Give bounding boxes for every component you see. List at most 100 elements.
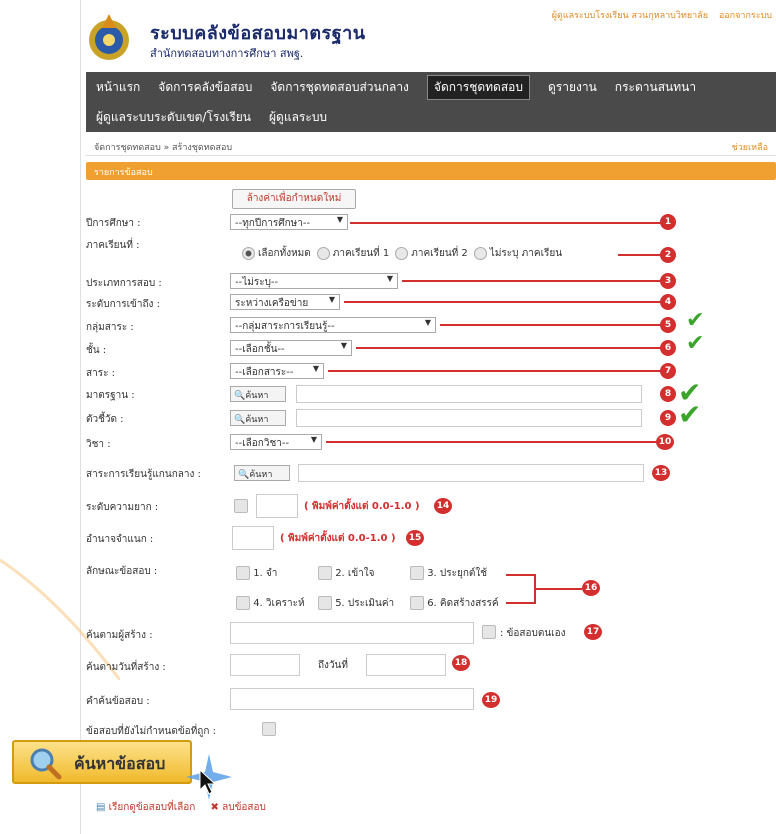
access-value: ระหว่างเครือข่าย [235,298,309,309]
group-select[interactable]: --กลุ่มสาระการเรียนรู้-- ▼ [230,317,436,333]
radio-term-none[interactable] [473,247,487,260]
top-links: ผู้ดูแลระบบโรงเรียน สวนกุหลาบวิทยาลัย ออ… [544,8,772,22]
user-link[interactable]: ผู้ดูแลระบบโรงเรียน สวนกุหลาบวิทยาลัย [552,11,708,21]
core-input[interactable] [298,464,644,482]
difficulty-input[interactable] [256,494,298,518]
help-link[interactable]: ช่วยเหลือ [732,140,768,154]
checkbox[interactable] [410,596,424,610]
checkbox[interactable] [236,566,250,580]
indicator-input[interactable] [296,409,642,427]
course-select[interactable]: --เลือกวิชา-- ▼ [230,434,322,450]
nature-option-6[interactable]: 6. คิดสร้างสรรค์ [410,596,499,611]
nature-option-1[interactable]: 1. จำ [236,566,277,581]
year-value: --ทุกปีการศึกษา-- [235,218,311,229]
creator-input[interactable] [230,622,474,644]
marker-badge: 13 [652,465,670,481]
nav-admin[interactable]: ผู้ดูแลระบบ [269,108,327,127]
bottom-links: ▤ เรียกดูข้อสอบที่เลือก ✖ ลบข้อสอบ [96,800,266,815]
standard-search-button[interactable]: 🔍ค้นหา [230,386,286,402]
keyword-input[interactable] [230,688,474,710]
nature-option-label: 4. วิเคราะห์ [253,598,305,609]
checkbox[interactable] [318,566,332,580]
nature-option-label: 3. ประยุกต์ใช้ [427,568,488,579]
delete-label: ลบข้อสอบ [222,802,266,813]
nature-option-5[interactable]: 5. ประเมินค่า [318,596,394,611]
radio-term-2[interactable] [395,247,409,260]
difficulty-checkbox[interactable] [234,499,248,513]
main-nav: หน้าแรก จัดการคลังข้อสอบ จัดการชุดทดสอบส… [86,72,776,132]
site-title: ระบบคลังข้อสอบมาตรฐาน [150,23,366,44]
view-selected-label: เรียกดูข้อสอบที่เลือก [108,802,196,813]
checkbox[interactable] [318,596,332,610]
search-label: ค้นหา [245,415,269,425]
exam-type-select[interactable]: --ไม่ระบุ-- ▼ [230,273,398,289]
marker-badge: 8 [660,386,676,402]
marker-badge: 4 [660,294,676,310]
nav-item-bank[interactable]: จัดการคลังข้อสอบ [158,78,252,97]
radio-term-1[interactable] [316,247,330,260]
checkmark-icon: ✔ [678,398,702,431]
standard-input[interactable] [296,385,642,403]
radio-all-label: เลือกทั้งหมด [258,248,311,259]
subject-label: สาระ : [86,368,116,379]
nav-area-admin[interactable]: ผู้ดูแลระบบระดับเขต/โรงเรียน [96,108,251,127]
document-icon: ▤ [96,802,106,813]
marker-line [440,324,662,326]
nav-central-tests[interactable]: จัดการชุดทดสอบส่วนกลาง [270,78,409,97]
year-select[interactable]: --ทุกปีการศึกษา-- ▼ [230,214,348,230]
marker-bracket [506,574,536,604]
term-label: ภาคเรียนที่ : [86,240,140,251]
breadcrumb-text[interactable]: จัดการชุดทดสอบ » สร้างชุดทดสอบ [94,143,232,153]
marker-badge: 14 [434,498,452,514]
marker-badge: 7 [660,363,676,379]
marker-line [536,588,582,590]
access-select[interactable]: ระหว่างเครือข่าย ▼ [230,294,340,310]
nature-option-3[interactable]: 3. ประยุกต์ใช้ [410,566,487,581]
chevron-down-icon: ▼ [310,435,317,444]
marker-line [326,441,662,443]
discrimination-input[interactable] [232,526,274,550]
nav-reports[interactable]: ดูรายงาน [548,78,597,97]
marker-badge: 5 [660,317,676,333]
search-label: ค้นหา [249,470,273,480]
view-selected-link[interactable]: ▤ เรียกดูข้อสอบที่เลือก [96,802,195,813]
chevron-down-icon: ▼ [424,318,431,327]
marker-badge: 18 [452,655,470,671]
chevron-down-icon: ▼ [328,295,335,304]
term-radio-group: เลือกทั้งหมด ภาคเรียนที่ 1 ภาคเรียนที่ 2… [236,246,562,261]
to-date-input[interactable] [366,654,446,676]
difficulty-label: ระดับความยาก : [86,502,159,513]
logout-link[interactable]: ออกจากระบบ [719,11,772,21]
indicator-search-button[interactable]: 🔍ค้นหา [230,410,286,426]
grade-label: ชั้น : [86,345,107,356]
own-checkbox[interactable] [482,625,496,639]
section-title: รายการข้อสอบ [86,162,776,180]
nature-option-2[interactable]: 2. เข้าใจ [318,566,375,581]
marker-badge: 9 [660,410,676,426]
nav-home[interactable]: หน้าแรก [96,78,140,97]
search-items-button[interactable]: ค้นหาข้อสอบ [12,740,192,784]
grade-value: --เลือกชั้น-- [235,344,285,355]
from-date-input[interactable] [230,654,300,676]
core-search-button[interactable]: 🔍ค้นหา [234,465,290,481]
seal-logo-icon [89,14,129,60]
no-answer-checkbox[interactable] [262,722,276,736]
discrimination-hint: ( พิมพ์ค่าตั้งแต่ 0.0-1.0 ) [280,533,396,544]
reset-button[interactable]: ล้างค่าเพื่อกำหนดใหม่ [232,189,356,209]
marker-line [618,254,662,256]
checkbox[interactable] [236,596,250,610]
marker-badge: 19 [482,692,500,708]
nature-option-4[interactable]: 4. วิเคราะห์ [236,596,305,611]
radio-term-1-label: ภาคเรียนที่ 1 [332,248,390,259]
chevron-down-icon: ▼ [312,364,319,373]
nav-manage-tests[interactable]: จัดการชุดทดสอบ [426,74,530,100]
nav-forum[interactable]: กระดานสนทนา [615,78,696,97]
radio-all[interactable] [242,247,255,260]
click-cursor-icon [186,754,232,800]
breadcrumb: จัดการชุดทดสอบ » สร้างชุดทดสอบ ช่วยเหลือ [86,136,776,156]
course-label: วิชา : [86,439,111,450]
delete-link[interactable]: ✖ ลบข้อสอบ [211,802,266,813]
checkbox[interactable] [410,566,424,580]
grade-select[interactable]: --เลือกชั้น-- ▼ [230,340,352,356]
subject-select[interactable]: --เลือกสาระ-- ▼ [230,363,324,379]
